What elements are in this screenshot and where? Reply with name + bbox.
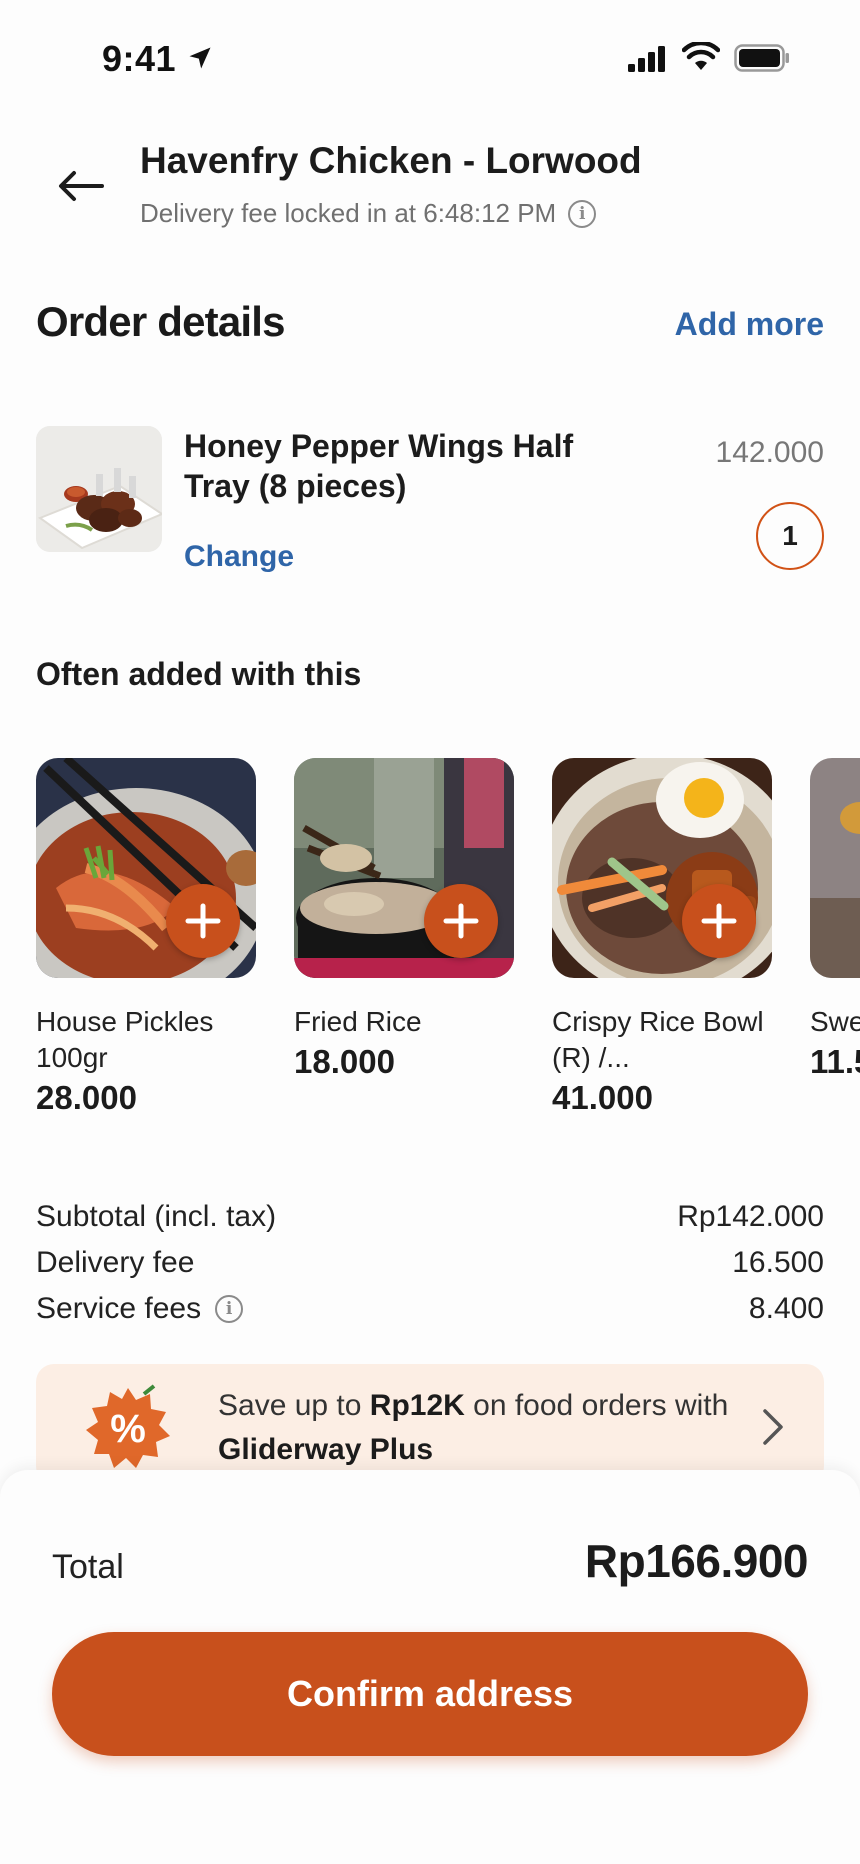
confirm-address-button[interactable]: Confirm address (52, 1632, 808, 1756)
svg-text:%: % (110, 1407, 146, 1451)
chevron-right-icon (763, 1409, 783, 1445)
location-arrow-icon (189, 47, 211, 69)
plus-icon (701, 903, 737, 939)
checkout-bottom-sheet: Total Rp166.900 Confirm address (0, 1470, 860, 1864)
recommendation-name: Swe (810, 1006, 860, 1037)
recommendation-image (36, 758, 256, 978)
total-value: Rp166.900 (584, 1535, 809, 1587)
recommendation-price: 41.000 (552, 1079, 653, 1116)
promo-text-middle: on food orders with (464, 1389, 729, 1422)
back-button[interactable] (48, 160, 112, 212)
service-fees-row: Service fees i 8.400 (36, 1292, 824, 1326)
recommendation-price: 28.000 (36, 1079, 137, 1116)
membership-promo-banner[interactable]: % Save up to Rp12K on food orders with G… (36, 1364, 824, 1484)
quantity-badge[interactable]: 1 (756, 502, 824, 570)
change-item-link[interactable]: Change (184, 540, 294, 574)
info-icon[interactable]: i (568, 199, 597, 228)
order-details-title: Order details (36, 298, 286, 345)
delivery-fee-label: Delivery fee (36, 1246, 195, 1279)
plus-icon (185, 903, 221, 939)
delivery-fee-row: Delivery fee 16.500 (36, 1246, 824, 1280)
recommendation-price: 18.000 (294, 1043, 395, 1080)
arrow-left-icon (59, 171, 104, 201)
subtotal-label: Subtotal (incl. tax) (36, 1200, 277, 1233)
recommendation-card[interactable]: Crispy Rice Bowl (R) /... 41.000 (552, 758, 772, 1118)
add-to-cart-button[interactable] (424, 884, 498, 958)
plus-icon (443, 903, 479, 939)
recommendation-name: Crispy Rice Bowl (R) /... (552, 1006, 764, 1073)
recommendation-image (810, 758, 860, 978)
total-label: Total (52, 1548, 124, 1586)
add-more-link[interactable]: Add more (675, 306, 824, 343)
promo-membership-name: Gliderway Plus (218, 1433, 434, 1466)
subtotal-value: Rp142.000 (677, 1200, 824, 1233)
promo-amount: Rp12K (369, 1389, 465, 1422)
status-time: 9:41 (102, 38, 177, 79)
delivery-fee-value: 16.500 (732, 1246, 824, 1279)
service-fees-label: Service fees (36, 1292, 202, 1325)
recommendations-title: Often added with this (36, 656, 362, 692)
item-name: Honey Pepper Wings Half Tray (8 pieces) (184, 428, 574, 504)
recommendation-name: Fried Rice (294, 1006, 422, 1037)
signal-icon (628, 46, 665, 72)
subtotal-row: Subtotal (incl. tax) Rp142.000 (36, 1200, 824, 1234)
promo-text-prefix: Save up to (218, 1389, 370, 1422)
recommendation-card[interactable]: Fried Rice 18.000 (294, 758, 514, 1082)
add-to-cart-button[interactable] (166, 884, 240, 958)
recommendation-price: 11.5 (810, 1043, 860, 1080)
delivery-fee-lock-text: Delivery fee locked in at 6:48:12 PM (140, 198, 557, 228)
recommendation-image (552, 758, 772, 978)
discount-badge-icon: % (86, 1384, 170, 1468)
store-title: Havenfry Chicken - Lorwood (140, 140, 642, 181)
status-bar: 9:41 (0, 0, 860, 120)
info-icon[interactable]: i (215, 1295, 244, 1323)
add-to-cart-button[interactable] (682, 884, 756, 958)
service-fees-label-group: Service fees i (36, 1292, 244, 1326)
recommendation-image (294, 758, 514, 978)
recommendation-name: House Pickles 100gr (36, 1006, 214, 1073)
wifi-icon (682, 42, 720, 70)
recommendation-card[interactable]: House Pickles 100gr 28.000 (36, 758, 256, 1118)
recommendation-card[interactable]: Swe 11.5 (810, 758, 860, 1082)
item-thumbnail (36, 426, 162, 552)
service-fees-value: 8.400 (748, 1292, 824, 1325)
battery-icon (734, 44, 789, 72)
delivery-fee-lock-note: Delivery fee locked in at 6:48:12 PM i (140, 198, 597, 229)
promo-text: Save up to Rp12K on food orders with Gli… (218, 1384, 738, 1472)
item-price: 142.000 (715, 436, 824, 469)
